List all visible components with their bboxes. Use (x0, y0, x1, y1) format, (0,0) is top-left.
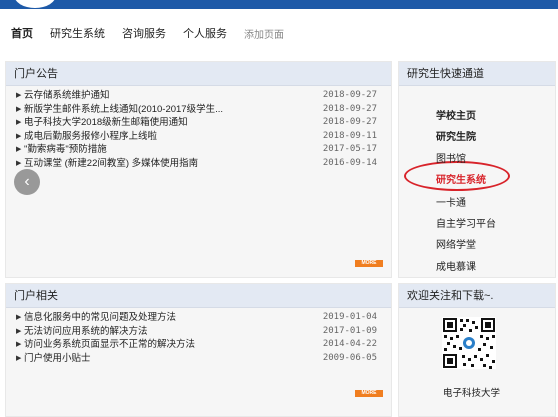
follow-caption: 电子科技大学 (443, 388, 501, 399)
list-item[interactable]: ▶ 访问业务系统页面显示不正常的解决方法 2014-04-22 (6, 338, 391, 352)
news-title[interactable]: 信息化服务中的常见问题及处理方法 (24, 312, 176, 323)
news-date: 2009-06-05 (322, 352, 377, 363)
quick-link-web-classroom[interactable]: 网络学堂 (436, 236, 476, 251)
more-button[interactable]: MORE (355, 390, 383, 397)
qr-code (442, 317, 496, 369)
nav-graduate-system[interactable]: 研究生系统 (50, 25, 105, 41)
quick-link-graduate-school[interactable]: 研究生院 (436, 128, 476, 143)
quick-link-library[interactable]: 图书馆 (436, 150, 466, 165)
list-item[interactable]: ▶ 无法访问应用系统的解决方法 2017-01-09 (6, 325, 391, 339)
list-item[interactable]: ▶ 新版学生邮件系统上线通知(2010-2017级学生... 2018-09-27 (6, 103, 391, 117)
news-date: 2017-05-17 (322, 144, 377, 154)
quick-links-title: 研究生快速通道 (399, 62, 555, 86)
news-title[interactable]: 电子科技大学2018级新生邮箱使用通知 (24, 117, 188, 128)
quick-link-mooc[interactable]: 成电慕课 (436, 258, 476, 273)
list-item[interactable]: ▶ 电子科技大学2018级新生邮箱使用通知 2018-09-27 (6, 116, 391, 130)
triangle-bullet-icon: ▶ (16, 341, 22, 348)
quick-link-school-home[interactable]: 学校主页 (436, 107, 476, 122)
news-date: 2018-09-11 (322, 130, 377, 141)
triangle-bullet-icon: ▶ (16, 354, 22, 362)
triangle-bullet-icon: ▶ (16, 132, 22, 140)
triangle-bullet-icon: ▶ (16, 327, 22, 335)
news-title[interactable]: 门户使用小贴士 (24, 353, 91, 364)
news-title[interactable]: 云存储系统维护通知 (24, 90, 110, 101)
list-item[interactable]: ▶ 信息化服务中的常见问题及处理方法 2019-01-04 (6, 311, 391, 325)
related-panel: 门户相关 ▶ 信息化服务中的常见问题及处理方法 2019-01-04 ▶ 无法访问应用… (5, 283, 392, 417)
main-nav: 首页 研究生系统 咨询服务 个人服务 添加页面 (0, 20, 558, 46)
triangle-bullet-icon: ▶ (16, 159, 22, 167)
news-date: 2016-09-14 (322, 157, 377, 168)
nav-add-page[interactable]: 添加页面 (244, 26, 284, 41)
nav-consulting[interactable]: 咨询服务 (122, 25, 166, 41)
quick-links-panel: 研究生快速通道 学校主页 研究生院 图书馆 研究生系统 一卡通 自主学习平台 网… (398, 61, 556, 278)
news-date: 2017-01-09 (322, 325, 377, 336)
news-date: 2018-09-27 (322, 90, 377, 100)
triangle-bullet-icon: ▶ (16, 92, 22, 99)
news-date: 2014-04-22 (322, 339, 377, 349)
news-title[interactable]: "勤索病毒"预防措施 (24, 144, 107, 155)
site-banner (0, 0, 558, 9)
news-title[interactable]: 新版学生邮件系统上线通知(2010-2017级学生... (24, 104, 223, 115)
announcements-list: ▶ 云存储系统维护通知 2018-09-27 ▶ 新版学生邮件系统上线通知(2010-… (6, 86, 391, 170)
quick-link-campus-card[interactable]: 一卡通 (436, 194, 466, 209)
nav-home[interactable]: 首页 (11, 25, 33, 41)
follow-title: 欢迎关注和下载~. (399, 284, 555, 308)
announcements-panel: 门户公告 ▶ 云存储系统维护通知 2018-09-27 ▶ 新版学生邮件系统上线通知(… (5, 61, 392, 278)
follow-panel: 欢迎关注和下载~. 电子科技大学 (398, 283, 556, 417)
news-date: 2018-09-27 (322, 117, 377, 127)
quick-link-graduate-system[interactable]: 研究生系统 (436, 171, 486, 186)
list-item[interactable]: ▶ 互动课堂 (新建22间教室) 多媒体使用指南 2016-09-14 (6, 157, 391, 171)
triangle-bullet-icon: ▶ (16, 119, 22, 126)
related-list: ▶ 信息化服务中的常见问题及处理方法 2019-01-04 ▶ 无法访问应用系统的解决… (6, 308, 391, 365)
quick-link-self-study[interactable]: 自主学习平台 (436, 215, 496, 230)
triangle-bullet-icon: ▶ (16, 146, 22, 153)
news-date: 2019-01-04 (322, 312, 377, 322)
more-button[interactable]: MORE (355, 260, 383, 267)
list-item[interactable]: ▶ 门户使用小贴士 2009-06-05 (6, 352, 391, 366)
related-title: 门户相关 (6, 284, 391, 308)
nav-personal[interactable]: 个人服务 (183, 25, 227, 41)
qr-code-icon (442, 317, 496, 369)
list-item[interactable]: ▶ 成电后勤服务报修小程序上线啦 2018-09-11 (6, 130, 391, 144)
chevron-left-icon[interactable]: ‹ (14, 169, 40, 195)
news-date: 2018-09-27 (322, 103, 377, 114)
logo (14, 0, 56, 8)
triangle-bullet-icon: ▶ (16, 105, 22, 113)
news-title[interactable]: 互动课堂 (新建22间教室) 多媒体使用指南 (24, 158, 198, 169)
triangle-bullet-icon: ▶ (16, 314, 22, 321)
news-title[interactable]: 无法访问应用系统的解决方法 (24, 326, 148, 337)
news-title[interactable]: 成电后勤服务报修小程序上线啦 (24, 131, 157, 142)
announcements-title: 门户公告 (6, 62, 391, 86)
list-item[interactable]: ▶ "勤索病毒"预防措施 2017-05-17 (6, 143, 391, 157)
news-title[interactable]: 访问业务系统页面显示不正常的解决方法 (24, 339, 195, 350)
list-item[interactable]: ▶ 云存储系统维护通知 2018-09-27 (6, 89, 391, 103)
